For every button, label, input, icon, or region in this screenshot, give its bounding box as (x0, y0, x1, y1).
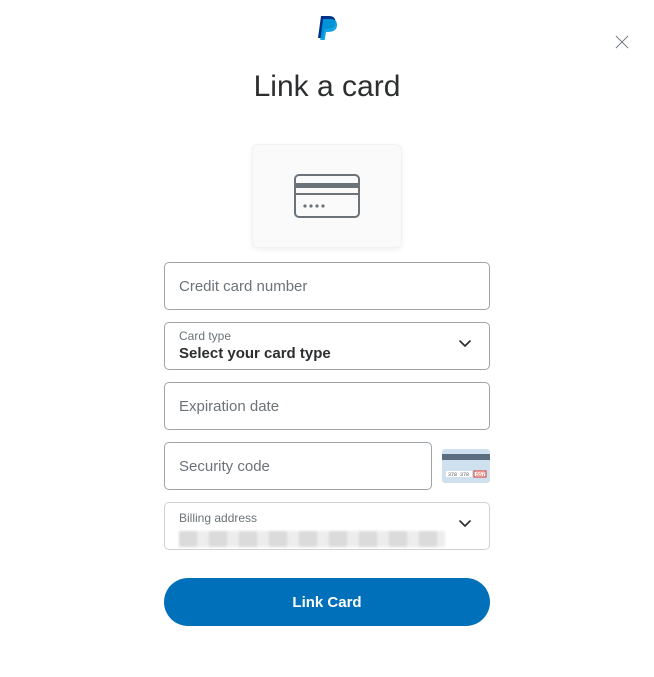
paypal-logo-icon (315, 14, 339, 42)
credit-card-icon (294, 174, 360, 218)
chevron-down-icon (455, 514, 475, 539)
billing-address-select[interactable]: Billing address (164, 502, 490, 550)
svg-text:557: 557 (476, 472, 485, 478)
card-number-field[interactable] (164, 262, 490, 310)
security-code-input[interactable] (179, 458, 417, 475)
card-type-value: Select your card type (179, 345, 445, 363)
card-type-label: Card type (179, 329, 445, 343)
link-card-form: Card type Select your card type 378 378 … (164, 262, 490, 550)
card-illustration (252, 144, 402, 248)
cvv-hint-icon: 378 378 557 (442, 449, 490, 483)
close-icon[interactable] (612, 32, 636, 56)
billing-address-label: Billing address (179, 511, 257, 525)
card-type-select[interactable]: Card type Select your card type (164, 322, 490, 370)
link-card-button[interactable]: Link Card (164, 578, 490, 626)
security-code-field[interactable] (164, 442, 432, 490)
expiration-field[interactable] (164, 382, 490, 430)
expiration-input[interactable] (179, 398, 475, 415)
billing-address-value (179, 531, 445, 547)
chevron-down-icon (455, 334, 475, 359)
svg-text:378 378: 378 378 (448, 472, 469, 478)
page-title: Link a card (0, 70, 654, 104)
card-number-input[interactable] (179, 278, 475, 295)
